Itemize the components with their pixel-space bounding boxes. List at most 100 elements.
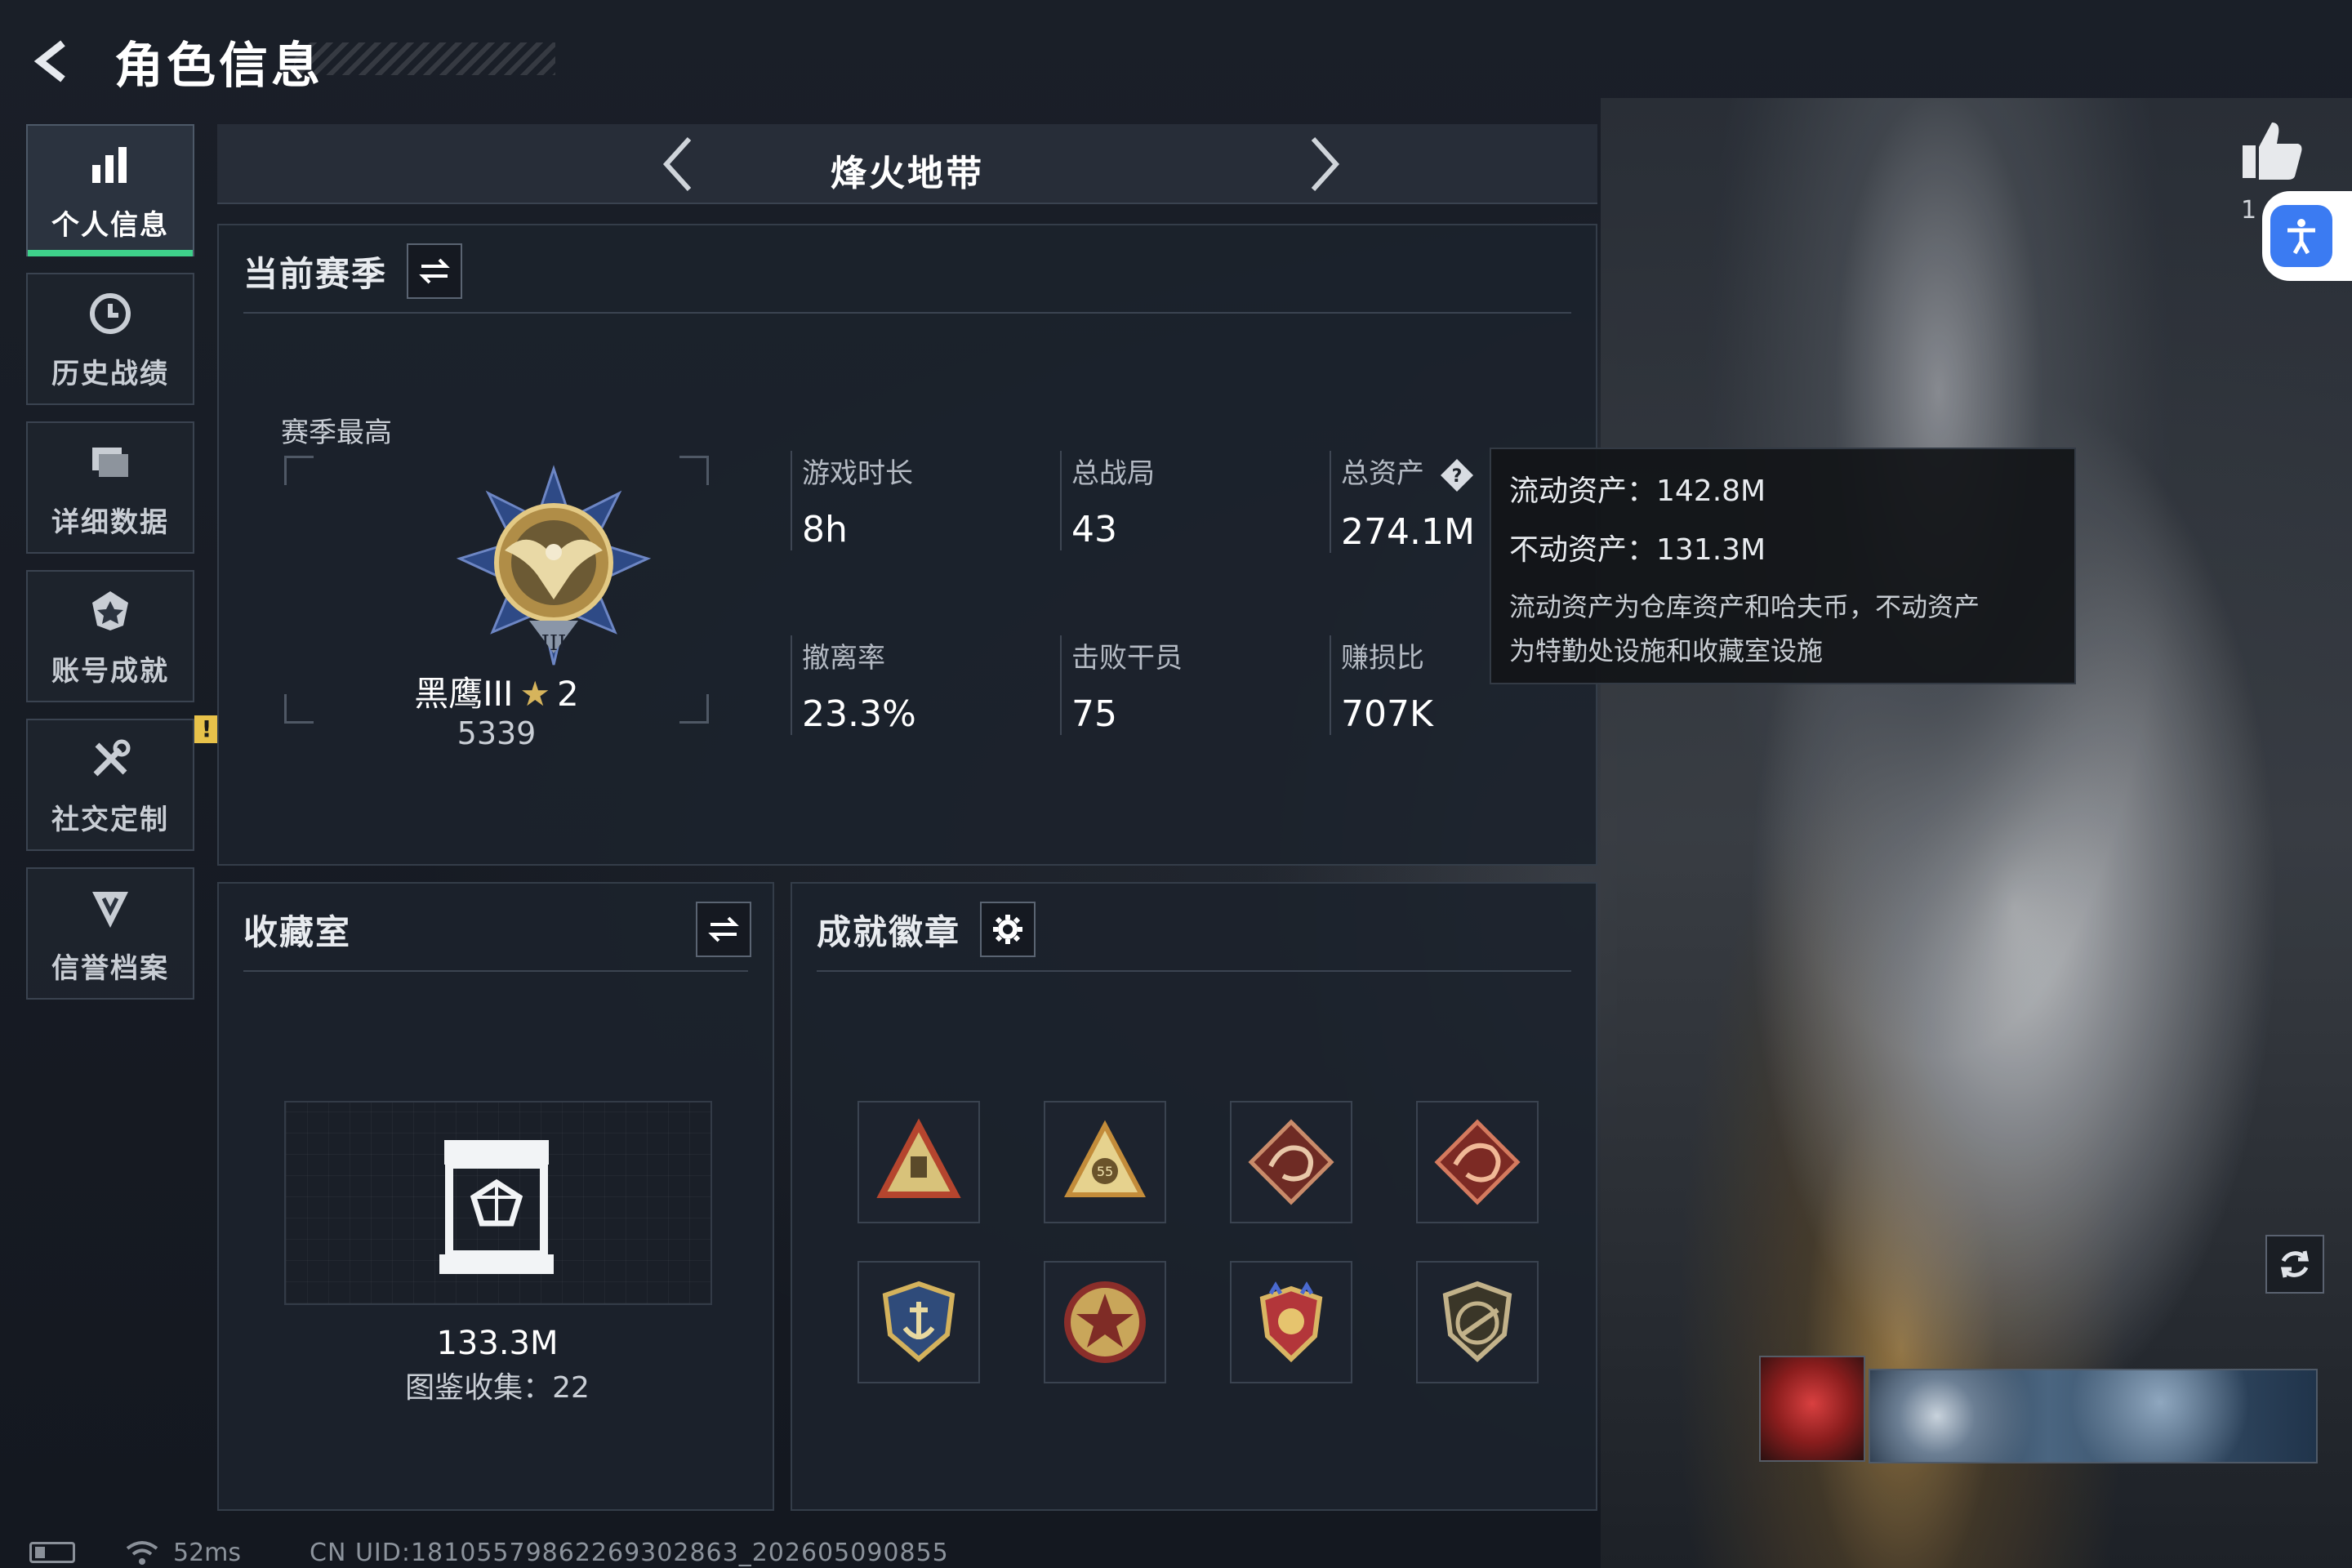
achievement-badge[interactable]: [1230, 1261, 1352, 1383]
achievement-badge[interactable]: [1416, 1101, 1539, 1223]
sidebar-item-reputation[interactable]: 信誉档案: [26, 867, 194, 1000]
crest-badge-icon: [1259, 1281, 1323, 1363]
gear-icon: [993, 915, 1023, 944]
sidebar-item-personal-info[interactable]: 个人信息: [26, 124, 194, 256]
mode-switcher: 烽火地带: [217, 124, 1597, 204]
panel-title: 成就徽章: [817, 911, 961, 952]
switch-arrows-icon: [419, 258, 450, 284]
profile-banner[interactable]: [1869, 1369, 2318, 1463]
panel-header: 成就徽章: [817, 902, 1036, 957]
sidebar-item-label: 信誉档案: [51, 951, 169, 985]
stat-value: 274.1M: [1341, 510, 1475, 553]
stat-profit-loss-ratio: 赚损比 707K: [1330, 635, 1433, 735]
badge-settings-button[interactable]: [980, 902, 1036, 957]
status-bar: 52ms CN UID:18105579862269302863_2026050…: [29, 1538, 949, 1567]
stat-value: 8h: [802, 509, 848, 550]
svg-text:III: III: [541, 631, 567, 656]
help-icon[interactable]: ?: [1439, 457, 1475, 493]
assets-tooltip: 流动资产：142.8M 不动资产：131.3M 流动资产为仓库资产和哈夫币，不动…: [1490, 448, 2076, 684]
stat-play-time: 游戏时长 8h: [791, 451, 913, 550]
accessibility-icon: [2270, 205, 2332, 267]
sidebar-item-history[interactable]: 历史战绩: [26, 273, 194, 405]
current-season-panel: 当前赛季 赛季最高 III 黑鹰III ★ 2 5339 游戏时长 8h 总战局 4…: [217, 224, 1597, 866]
folder-data-icon: [84, 436, 136, 488]
display-case-icon: [439, 1140, 554, 1274]
title-decoration: [294, 42, 555, 75]
stat-value: 707K: [1341, 693, 1433, 735]
stat-total-assets: 总资产? 274.1M: [1330, 451, 1475, 553]
sidebar-item-label: 社交定制: [51, 803, 169, 836]
rank-emblem-icon: III: [456, 465, 652, 666]
rank-name-line: 黑鹰III ★ 2: [284, 666, 709, 716]
avatar[interactable]: [1759, 1356, 1865, 1462]
star-medal-badge-icon: [1064, 1281, 1146, 1363]
svg-text:?: ?: [1452, 466, 1463, 487]
thumbs-up-icon[interactable]: [2238, 116, 2306, 185]
like-count: 1: [2241, 196, 2257, 225]
dragon-red-badge-icon: [1434, 1119, 1521, 1205]
tooltip-fixed-assets: 不动资产：131.3M: [1509, 533, 1766, 567]
top-bar: 角色信息: [24, 24, 323, 98]
tooltip-description-line: 为特勤处设施和收藏室设施: [1509, 635, 1824, 666]
switch-season-button[interactable]: [407, 243, 463, 299]
notification-badge: !: [194, 715, 219, 743]
frame-corner: [284, 456, 314, 485]
achievement-badge[interactable]: [1044, 1261, 1166, 1383]
stat-label: 总战局: [1071, 457, 1155, 490]
frame-corner: [679, 456, 709, 485]
stat-extract-rate: 撤离率 23.3%: [791, 635, 916, 735]
stat-value: 75: [1071, 693, 1117, 735]
triangle-badge-icon: [876, 1118, 961, 1198]
sidebar-item-label: 详细数据: [51, 506, 169, 539]
stat-value: 23.3%: [802, 693, 916, 735]
achievement-badge[interactable]: 55: [1044, 1101, 1166, 1223]
chevron-right-icon[interactable]: [1295, 136, 1352, 193]
stat-operators-defeated: 击败干员 75: [1060, 635, 1183, 735]
wifi-icon: [126, 1541, 158, 1565]
sidebar-item-achievements[interactable]: 账号成就: [26, 570, 194, 702]
reputation-shield-icon: [84, 882, 136, 934]
dragon-badge-icon: [1248, 1119, 1334, 1205]
panel-header: 收藏室: [243, 902, 751, 957]
achievement-badge[interactable]: [1416, 1261, 1539, 1383]
bar-chart-icon: [84, 139, 136, 191]
stat-label: 总资产?: [1341, 451, 1475, 493]
rank-stars: 2: [557, 674, 579, 714]
user-uid: CN UID:18105579862269302863_202605090855: [310, 1538, 949, 1567]
rank-name: 黑鹰III: [414, 674, 514, 714]
sidebar-item-label: 个人信息: [51, 208, 169, 242]
anchor-shield-badge-icon: [882, 1281, 956, 1362]
sidebar-item-details[interactable]: 详细数据: [26, 421, 194, 554]
tooltip-description: 流动资产为仓库资产和哈夫币，不动资产 为特勤处设施和收藏室设施: [1509, 585, 2056, 673]
switch-arrows-icon: [708, 916, 739, 942]
panel-title: 当前赛季: [243, 253, 388, 294]
sidebar-item-label: 账号成就: [51, 654, 169, 688]
back-arrow-icon[interactable]: [24, 33, 82, 90]
rifle-shield-badge-icon: [1442, 1281, 1512, 1363]
stat-value: 43: [1071, 509, 1117, 550]
rank-score: 5339: [457, 715, 537, 751]
stat-label: 击败干员: [1071, 642, 1183, 675]
achievement-badge[interactable]: [1230, 1101, 1352, 1223]
stat-label: 游戏时长: [802, 457, 913, 490]
page-title: 角色信息: [114, 37, 323, 95]
stat-label-text: 总资产: [1341, 457, 1424, 490]
achievement-badge[interactable]: [858, 1261, 980, 1383]
achievement-badge[interactable]: [858, 1101, 980, 1223]
divider: [243, 312, 1571, 314]
collection-value: 133.3M: [436, 1325, 559, 1362]
divider: [817, 970, 1571, 972]
tooltip-description-line: 流动资产为仓库资产和哈夫币，不动资产: [1509, 591, 1980, 622]
accessibility-button[interactable]: [2262, 191, 2352, 281]
battery-icon: [29, 1542, 75, 1563]
panel-header: 当前赛季: [243, 243, 463, 299]
sidebar-item-social[interactable]: 社交定制 !: [26, 715, 219, 851]
rank-star-icon: ★: [519, 674, 551, 714]
collection-showcase[interactable]: [284, 1101, 712, 1305]
season-best-label: 赛季最高: [281, 416, 392, 449]
switch-collection-button[interactable]: [696, 902, 751, 957]
mode-title: 烽火地带: [831, 153, 984, 194]
collection-room-panel: 收藏室 133.3M 图鉴收集：22: [217, 882, 774, 1511]
ping-latency: 52ms: [173, 1538, 242, 1567]
rotate-icon[interactable]: [2265, 1235, 2324, 1294]
